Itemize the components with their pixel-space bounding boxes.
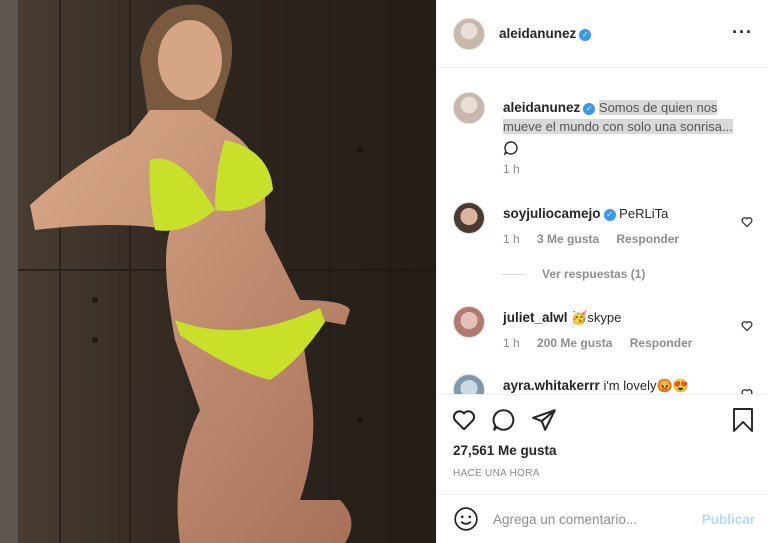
more-horizontal-icon[interactable]: ··· bbox=[732, 22, 753, 43]
comment-text: 🥳skype bbox=[571, 310, 622, 325]
comment-body: soyjuliocamejo ✓ PeRLiTa bbox=[503, 204, 743, 223]
share-icon[interactable] bbox=[531, 407, 557, 433]
comment-input[interactable] bbox=[493, 511, 693, 527]
verified-icon: ✓ bbox=[583, 102, 596, 115]
verified-icon: ✓ bbox=[579, 28, 592, 41]
post-timestamp: HACE UNA HORA bbox=[453, 468, 540, 479]
comment-meta: 1 h 200 Me gusta Responder bbox=[503, 336, 692, 350]
comment-body: juliet_alwl 🥳skype bbox=[503, 308, 743, 327]
post-header: aleidanunez ✓ ··· bbox=[437, 0, 768, 68]
comment-time: 1 h bbox=[503, 232, 520, 246]
commenter-avatar[interactable] bbox=[453, 306, 485, 338]
reply-button[interactable]: Responder bbox=[630, 336, 693, 350]
author-username[interactable]: aleidanunez bbox=[499, 26, 576, 41]
post-actions: 27,561 Me gusta HACE UNA HORA bbox=[437, 394, 768, 494]
comment-likes[interactable]: 200 Me gusta bbox=[537, 336, 612, 350]
emoji-icon[interactable] bbox=[453, 506, 479, 532]
caption-avatar[interactable] bbox=[453, 92, 485, 124]
post-side-panel: aleidanunez ✓ ··· aleidanunez ✓ Somos de q… bbox=[436, 0, 768, 543]
comment-time: 1 h bbox=[503, 336, 520, 350]
comment-text: PeRLiTa bbox=[619, 206, 669, 221]
commenter-avatar[interactable] bbox=[453, 374, 485, 394]
author-name-group: aleidanunez ✓ bbox=[499, 26, 592, 41]
comment-meta: 1 h 3 Me gusta Responder bbox=[503, 232, 679, 246]
comments-list[interactable]: aleidanunez ✓ Somos de quien nos mueve el… bbox=[437, 68, 768, 394]
likes-count[interactable]: 27,561 Me gusta bbox=[453, 443, 557, 458]
bookmark-icon[interactable] bbox=[731, 407, 755, 433]
comment-username[interactable]: soyjuliocamejo bbox=[503, 206, 601, 221]
caption-username[interactable]: aleidanunez bbox=[503, 100, 580, 115]
verified-icon: ✓ bbox=[603, 208, 616, 221]
comment-icon[interactable] bbox=[491, 407, 517, 433]
add-comment-bar: Publicar bbox=[437, 494, 768, 543]
caption-body: aleidanunez ✓ Somos de quien nos mueve el… bbox=[503, 98, 743, 161]
author-avatar[interactable] bbox=[453, 17, 485, 50]
like-comment-heart-icon[interactable] bbox=[741, 216, 753, 228]
publish-button[interactable]: Publicar bbox=[702, 512, 755, 527]
like-heart-icon[interactable] bbox=[451, 407, 477, 433]
view-replies-button[interactable]: Ver respuestas (1) bbox=[503, 267, 645, 281]
like-comment-heart-icon[interactable] bbox=[741, 320, 753, 332]
comment-username[interactable]: juliet_alwl bbox=[503, 310, 568, 325]
caption-time: 1 h bbox=[503, 162, 520, 176]
comment-likes[interactable]: 3 Me gusta bbox=[537, 232, 599, 246]
comment-username[interactable]: ayra.whitakerrr bbox=[503, 378, 600, 393]
speech-bubble-icon bbox=[503, 141, 518, 156]
commenter-avatar[interactable] bbox=[453, 202, 485, 234]
reply-button[interactable]: Responder bbox=[616, 232, 679, 246]
comment-text: i'm lovely😡😍 bbox=[603, 378, 689, 393]
action-icons bbox=[451, 407, 557, 433]
photo-illustration bbox=[0, 0, 436, 543]
post-photo[interactable] bbox=[0, 0, 436, 543]
comment-body: ayra.whitakerrr i'm lovely😡😍 bbox=[503, 376, 743, 394]
